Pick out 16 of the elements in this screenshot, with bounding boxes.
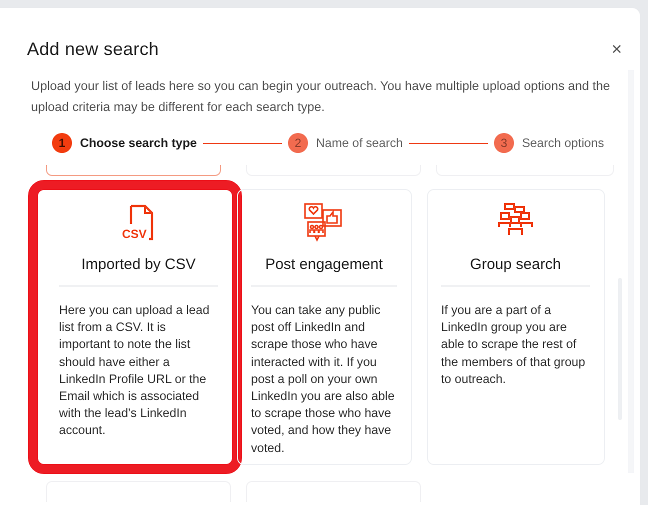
search-type-card[interactable]	[237, 189, 412, 465]
search-type-card[interactable]: Group search If you are a part of a LinkedIn group you are able to scrape the rest of the members of that group to outreach.	[427, 189, 605, 465]
card-title: Imported by CSV	[59, 256, 218, 287]
card-title: Group search	[441, 256, 590, 287]
card-description: If you are a part of a LinkedIn group you are able to scrape the rest of the members of that group to outreach.	[441, 302, 586, 388]
dialog-title: Add new search	[27, 38, 159, 60]
group-chat-icon	[498, 202, 534, 238]
stepper-step[interactable]: 3 Search options	[494, 133, 604, 153]
stepper-step[interactable]: 1 Choose search type	[52, 133, 197, 153]
close-button[interactable]: ×	[611, 38, 622, 60]
dialog-description: Upload your list of leads here so you can begin your outreach. You have multiple upload options and the upload criteria may be different for each search type.	[31, 78, 612, 116]
card-description: Here you can upload a lead list from a CSV. It is important to note the list should have either a LinkedIn Profile URL or the Email which is associated with the lead’s LinkedIn account.	[59, 302, 210, 440]
social-reactions-icon	[303, 202, 345, 242]
stepper-step[interactable]: 2 Name of search	[288, 133, 403, 153]
card-description: You can take any public post off LinkedIn and scrape those who have interacted with it. If you post a poll on your own LinkedIn you are also able to scrape those who have voted, and how they have voted.	[251, 302, 396, 457]
card-title: Post engagement	[251, 256, 397, 287]
